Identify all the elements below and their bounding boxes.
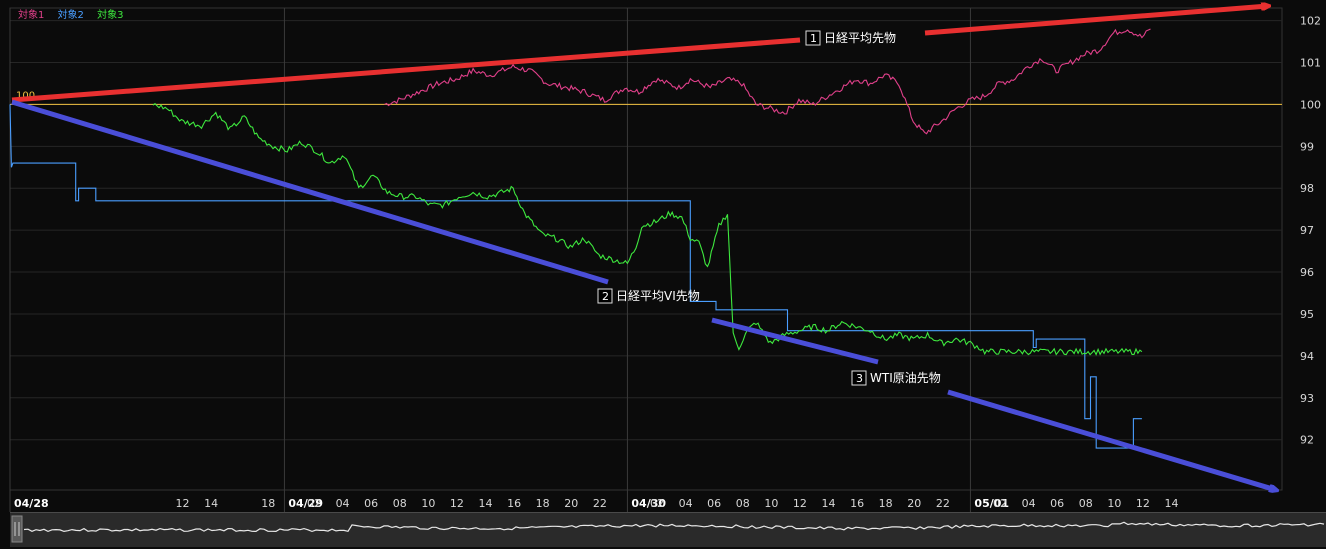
annotation-number: 1 [810, 32, 817, 45]
time-navigator[interactable] [10, 512, 1326, 547]
x-tick-label: 02 [650, 497, 664, 510]
legend-item-2[interactable]: 対象2 [58, 10, 84, 21]
x-tick-label: 02 [307, 497, 321, 510]
x-tick-label: 18 [261, 497, 275, 510]
x-tick-label: 12 [176, 497, 190, 510]
x-tick-label: 04/28 [14, 497, 49, 510]
x-tick-label: 14 [204, 497, 218, 510]
y-tick-label: 97 [1300, 224, 1314, 237]
navigator-svg [11, 515, 1325, 543]
x-tick-label: 20 [564, 497, 578, 510]
y-tick-label: 98 [1300, 182, 1314, 195]
x-tick-label: 14 [478, 497, 492, 510]
x-tick-label: 22 [593, 497, 607, 510]
legend: 対象1 対象2 対象3 [18, 6, 134, 21]
x-tick-label: 14 [1165, 497, 1179, 510]
annotation-label: 日経平均VI先物 [616, 289, 700, 303]
x-tick-label: 18 [536, 497, 550, 510]
x-tick-label: 06 [1050, 497, 1064, 510]
x-tick-label: 04 [1022, 497, 1036, 510]
x-tick-label: 12 [1136, 497, 1150, 510]
y-tick-label: 101 [1300, 56, 1321, 69]
chart-background [0, 0, 1326, 549]
y-tick-label: 99 [1300, 140, 1314, 153]
annotation-3: 3 WTI原油先物 [851, 370, 941, 386]
x-tick-label: 14 [822, 497, 836, 510]
annotation-number: 3 [856, 372, 863, 385]
annotation-label: 日経平均先物 [824, 31, 896, 45]
y-tick-label: 100 [1300, 98, 1321, 111]
y-tick-label: 94 [1300, 350, 1314, 363]
legend-item-1[interactable]: 対象1 [18, 10, 44, 21]
chart-svg: 9293949596979899100101102 04/28 12 14 18 04/… [0, 0, 1326, 549]
chart-window: 92 93 94 95 96 97 98 99 100 101 102 04/28 12 14 18 04/… [0, 0, 1326, 549]
annotation-number: 2 [602, 290, 609, 303]
y-tick-label: 96 [1300, 266, 1314, 279]
x-tick-label: 18 [879, 497, 893, 510]
y-tick-label: 95 [1300, 308, 1314, 321]
legend-item-3[interactable]: 対象3 [97, 10, 123, 21]
y-tick-label: 92 [1300, 434, 1314, 447]
x-tick-label: 16 [507, 497, 521, 510]
navigator-handle-left[interactable] [11, 515, 23, 543]
x-tick-label: 12 [793, 497, 807, 510]
y-tick-label: 93 [1300, 392, 1314, 405]
y-tick-label: 102 [1300, 15, 1321, 28]
x-tick-label: 22 [936, 497, 950, 510]
x-tick-label: 20 [907, 497, 921, 510]
x-tick-label: 10 [421, 497, 435, 510]
x-tick-label: 16 [850, 497, 864, 510]
x-tick-label: 06 [707, 497, 721, 510]
navigator-overview-line [23, 521, 1325, 533]
x-tick-label: 08 [736, 497, 750, 510]
annotation-label: WTI原油先物 [870, 371, 941, 385]
x-axis: 04/28 12 14 18 04/2902 04 06 08 10 12 14 16 18 20 22 04… [14, 497, 1179, 510]
x-tick-label: 04 [336, 497, 350, 510]
x-tick-label: 04 [679, 497, 693, 510]
x-tick-label: 10 [764, 497, 778, 510]
x-tick-label: 12 [450, 497, 464, 510]
annotation-1: 1 日経平均先物 [805, 30, 896, 46]
x-tick-label: 08 [1079, 497, 1093, 510]
x-tick-label: 10 [1107, 497, 1121, 510]
x-tick-label: 06 [364, 497, 378, 510]
x-tick-label: 08 [393, 497, 407, 510]
x-tick-label: 02 [993, 497, 1007, 510]
